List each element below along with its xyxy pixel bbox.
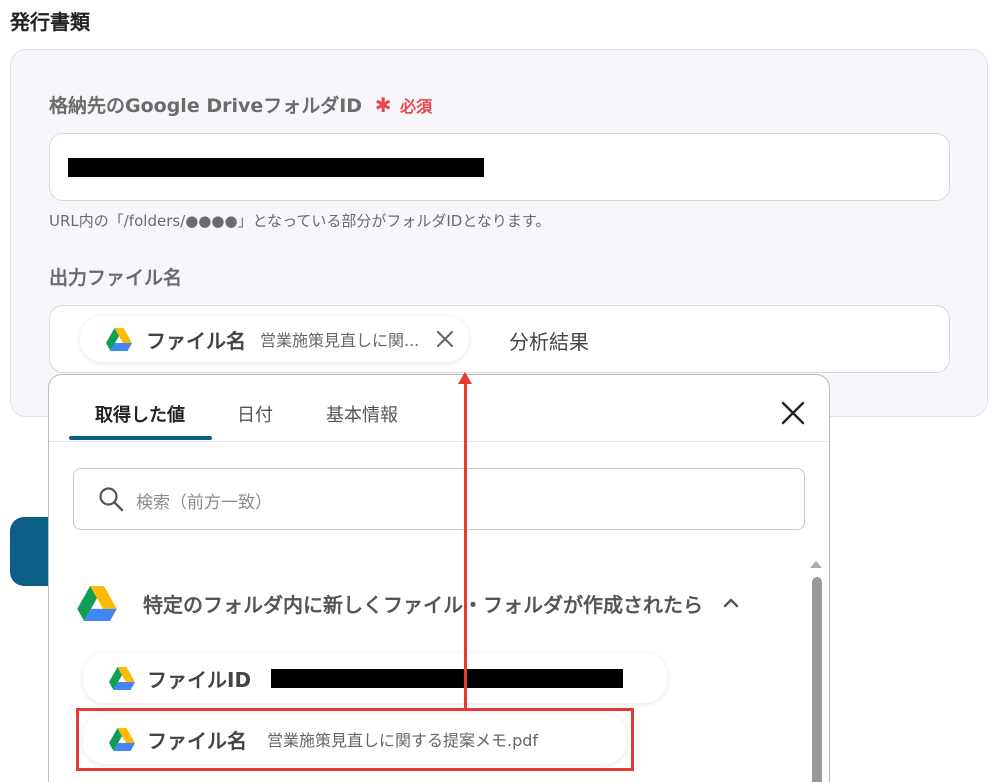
close-icon[interactable] bbox=[779, 399, 807, 427]
active-tab-indicator bbox=[69, 436, 212, 440]
annotation-arrow-head bbox=[458, 372, 472, 384]
tab-divider bbox=[49, 441, 829, 442]
chip-value: 営業施策見直しに関... bbox=[260, 331, 420, 350]
output-filename-label: 出力ファイル名 bbox=[49, 267, 183, 289]
required-badge: 必須 bbox=[400, 97, 433, 116]
scrollbar-thumb[interactable] bbox=[812, 577, 822, 782]
highlight-box bbox=[76, 708, 634, 771]
google-drive-icon bbox=[109, 666, 135, 690]
variable-item-label: ファイルID bbox=[147, 667, 252, 692]
scroll-up-arrow-icon[interactable] bbox=[810, 561, 822, 568]
folder-id-label: 格納先のGoogle DriveフォルダID ✱ 必須 bbox=[49, 91, 432, 118]
variable-item-file-id[interactable]: ファイルID bbox=[83, 653, 667, 703]
search-icon bbox=[99, 487, 124, 512]
folder-id-help: URL内の「/folders/●●●●」となっている部分がフォルダIDとなります… bbox=[49, 212, 551, 230]
google-drive-icon bbox=[106, 327, 132, 351]
chip-label: ファイル名 bbox=[146, 328, 246, 353]
trigger-group-header[interactable]: 特定のフォルダ内に新しくファイル・フォルダが作成されたら bbox=[77, 581, 741, 625]
tab-basic-info[interactable]: 基本情報 bbox=[326, 401, 398, 427]
tab-acquired-values[interactable]: 取得した値 bbox=[95, 401, 185, 427]
save-button[interactable] bbox=[10, 517, 50, 586]
chevron-up-icon[interactable] bbox=[721, 593, 741, 613]
settings-card: 格納先のGoogle DriveフォルダID ✱ 必須 URL内の「/folde… bbox=[10, 49, 988, 417]
filename-variable-chip[interactable]: ファイル名 営業施策見直しに関... bbox=[80, 316, 470, 362]
google-drive-icon bbox=[77, 585, 117, 621]
folder-id-label-text: 格納先のGoogle DriveフォルダID bbox=[49, 95, 363, 117]
section-title: 発行書類 bbox=[10, 10, 90, 34]
filename-suffix-text: 分析結果 bbox=[509, 330, 589, 354]
folder-id-input[interactable] bbox=[49, 133, 950, 201]
search-placeholder: 検索（前方一致） bbox=[136, 493, 272, 513]
trigger-group-title: 特定のフォルダ内に新しくファイル・フォルダが作成されたら bbox=[143, 592, 703, 617]
search-input[interactable]: 検索（前方一致） bbox=[73, 468, 805, 530]
required-asterisk-icon: ✱ bbox=[374, 93, 392, 117]
close-icon[interactable] bbox=[435, 329, 455, 349]
redacted-value bbox=[68, 158, 484, 177]
output-filename-input[interactable]: ファイル名 営業施策見直しに関... 分析結果 bbox=[49, 305, 950, 373]
tab-date[interactable]: 日付 bbox=[237, 401, 273, 427]
redacted-value bbox=[271, 668, 624, 688]
annotation-arrow-shaft bbox=[464, 378, 467, 708]
